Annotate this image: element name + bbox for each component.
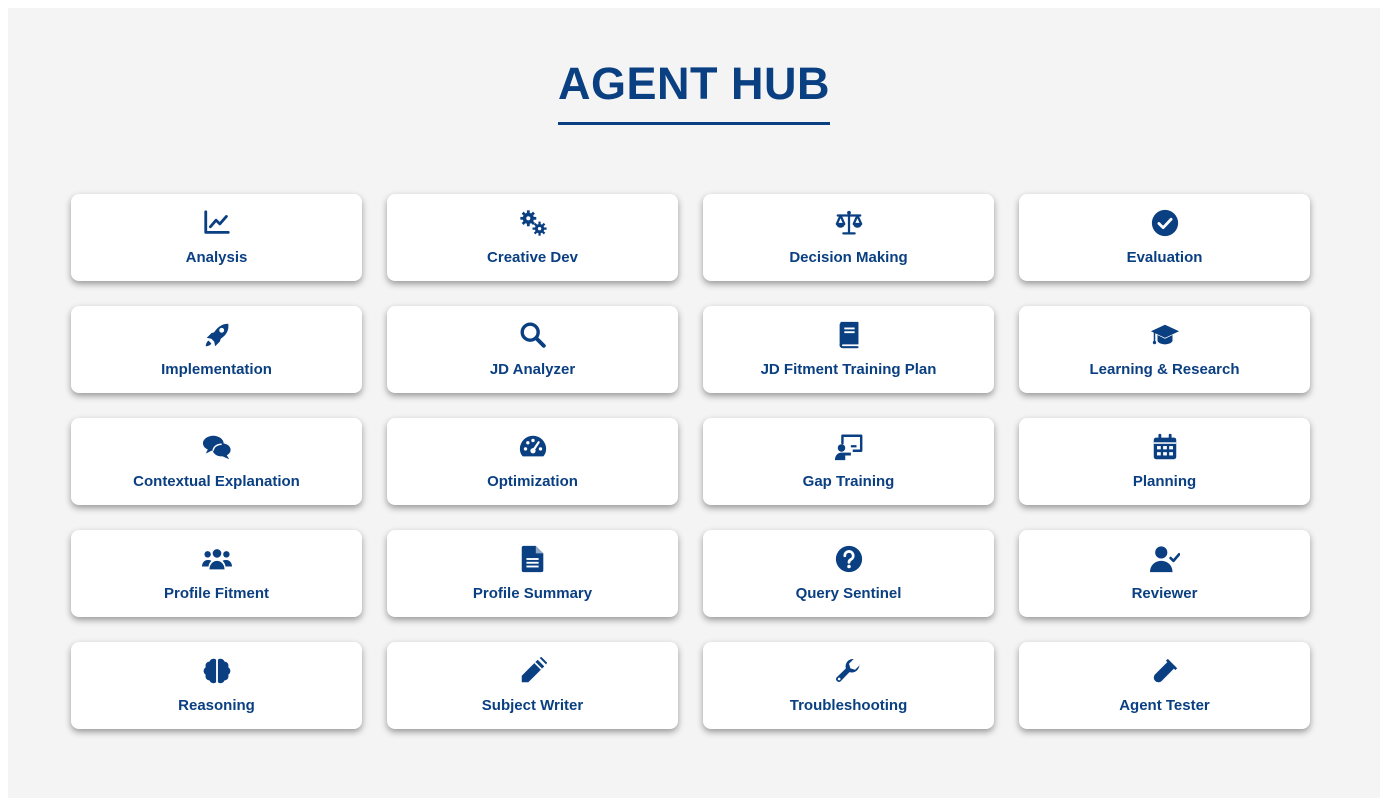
agent-card-profile-summary[interactable]: Profile Summary [387,530,678,617]
calendar-icon [1149,431,1181,463]
gears-icon [517,207,549,239]
agent-card-label: Contextual Explanation [133,473,300,490]
agent-card-profile-fitment[interactable]: Profile Fitment [71,530,362,617]
agent-card-jd-analyzer[interactable]: JD Analyzer [387,306,678,393]
agent-card-label: Reasoning [178,697,255,714]
agent-card-creative-dev[interactable]: Creative Dev [387,194,678,281]
rocket-icon [201,319,233,351]
agent-card-label: Learning & Research [1089,361,1240,378]
agent-card-query-sentinel[interactable]: Query Sentinel [703,530,994,617]
agent-card-label: Troubleshooting [789,697,908,714]
agent-card-label: Implementation [161,361,272,378]
agent-card-contextual-explanation[interactable]: Contextual Explanation [71,418,362,505]
agent-card-agent-tester[interactable]: Agent Tester [1019,642,1310,729]
pencil-icon [517,655,549,687]
agent-card-label: Profile Summary [472,585,593,602]
agent-card-reasoning[interactable]: Reasoning [71,642,362,729]
agent-card-analysis[interactable]: Analysis [71,194,362,281]
graduation-cap-icon [1149,319,1181,351]
agent-card-label: JD Fitment Training Plan [760,361,937,378]
agent-card-optimization[interactable]: Optimization [387,418,678,505]
agent-card-label: Analysis [185,249,248,266]
agent-card-label: Creative Dev [487,249,578,266]
agent-card-label: Profile Fitment [163,585,269,602]
agent-grid: Analysis Creative Dev Decision Making Evalu… [71,194,1315,729]
agent-card-label: Agent Tester [1119,697,1210,714]
agent-card-learning-and-research[interactable]: Learning & Research [1019,306,1310,393]
agent-card-label: Optimization [487,473,578,490]
user-check-icon [1149,543,1181,575]
page-title: AGENT HUB [558,60,830,125]
chalkboard-user-icon [833,431,865,463]
users-icon [201,543,233,575]
book-icon [833,319,865,351]
agent-card-decision-making[interactable]: Decision Making [703,194,994,281]
agent-card-label: Reviewer [1131,585,1198,602]
agent-hub-page: AGENT HUB Analysis Creative Dev Decision M… [8,8,1380,798]
file-lines-icon [517,543,549,575]
agent-card-label: Planning [1132,473,1197,490]
gauge-icon [517,431,549,463]
agent-card-evaluation[interactable]: Evaluation [1019,194,1310,281]
comments-icon [201,431,233,463]
chart-line-icon [201,207,233,239]
agent-card-label: Subject Writer [481,697,584,714]
agent-card-implementation[interactable]: Implementation [71,306,362,393]
agent-card-jd-fitment-training-plan[interactable]: JD Fitment Training Plan [703,306,994,393]
agent-card-label: Decision Making [789,249,908,266]
page-header: AGENT HUB [8,60,1380,125]
magnifying-glass-icon [517,319,549,351]
brain-icon [201,655,233,687]
vial-icon [1149,655,1181,687]
circle-check-icon [1149,207,1181,239]
agent-card-label: Gap Training [802,473,895,490]
wrench-icon [833,655,865,687]
agent-card-planning[interactable]: Planning [1019,418,1310,505]
agent-card-subject-writer[interactable]: Subject Writer [387,642,678,729]
agent-card-troubleshooting[interactable]: Troubleshooting [703,642,994,729]
agent-card-label: Evaluation [1126,249,1203,266]
agent-card-reviewer[interactable]: Reviewer [1019,530,1310,617]
agent-card-label: JD Analyzer [489,361,576,378]
agent-card-label: Query Sentinel [795,585,902,602]
circle-question-icon [833,543,865,575]
scale-balanced-icon [833,207,865,239]
agent-card-gap-training[interactable]: Gap Training [703,418,994,505]
